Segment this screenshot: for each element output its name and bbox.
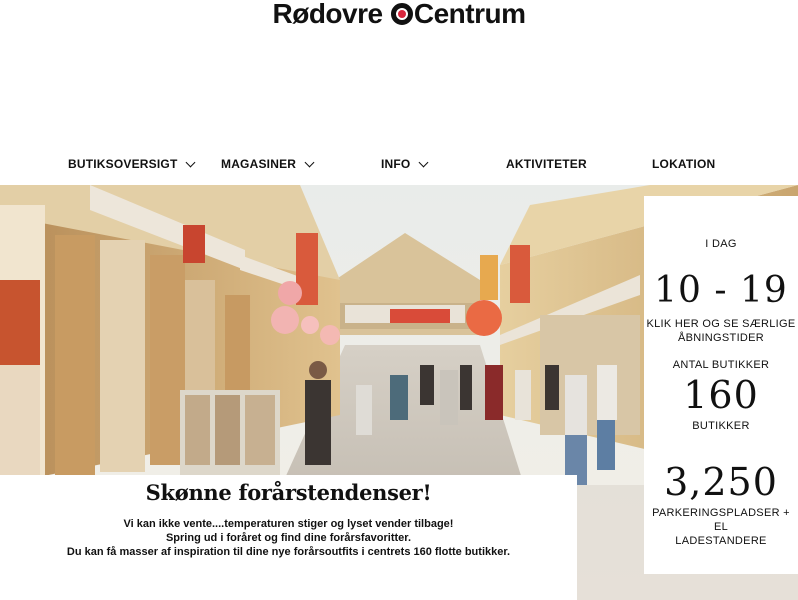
- nav-item-magasiner[interactable]: MAGASINER: [221, 157, 315, 171]
- special-hours-link[interactable]: KLIK HER OG SE SÆRLIGE ÅBNINGSTIDER: [644, 317, 798, 345]
- parking-line-2: LADESTANDERE: [675, 535, 767, 547]
- main-nav: BUTIKSOVERSIGT MAGASINER INFO AKTIVITETE…: [0, 157, 798, 177]
- opening-hours: 10 - 19: [654, 270, 788, 311]
- special-hours-line-1: KLIK HER OG SE SÆRLIGE: [646, 318, 796, 330]
- nav-item-butiksoversigt[interactable]: BUTIKSOVERSIGT: [68, 157, 196, 171]
- logo-text-part2: Centrum: [413, 0, 526, 29]
- promo-card: Skønne forårstendenser! Vi kan ikke vent…: [0, 475, 577, 600]
- shops-label: ANTAL BUTIKKER: [672, 359, 770, 371]
- today-label: I DAG: [705, 238, 737, 250]
- logo-mark-icon: [390, 3, 413, 25]
- info-panel: I DAG 10 - 19 KLIK HER OG SE SÆRLIGE ÅBN…: [644, 196, 798, 574]
- shops-count: 160: [683, 373, 759, 417]
- parking-line-1: PARKERINGSPLADSER + EL: [652, 507, 790, 533]
- promo-line-2: Spring ud i foråret og find dine forårsf…: [165, 532, 412, 544]
- chevron-down-icon: [419, 157, 429, 167]
- promo-body: Vi kan ikke vente....temperaturen stiger…: [0, 517, 577, 559]
- site-logo[interactable]: Rødovre Centrum: [0, 0, 798, 30]
- nav-label: LOKATION: [652, 157, 716, 171]
- promo-line-3: Du kan få masser af inspiration til dine…: [66, 546, 511, 558]
- nav-item-lokation[interactable]: LOKATION: [652, 157, 715, 171]
- promo-line-1: Vi kan ikke vente....temperaturen stiger…: [123, 518, 454, 530]
- nav-item-info[interactable]: INFO: [381, 157, 429, 171]
- parking-count: 3,250: [664, 460, 778, 504]
- shops-unit: BUTIKKER: [692, 420, 750, 432]
- nav-label: MAGASINER: [221, 157, 297, 171]
- chevron-down-icon: [186, 157, 196, 167]
- chevron-down-icon: [304, 157, 315, 167]
- nav-label: INFO: [381, 157, 411, 171]
- promo-title: Skønne forårstendenser!: [145, 480, 432, 505]
- nav-label: BUTIKSOVERSIGT: [68, 157, 178, 171]
- logo-text-part1: Rødovre: [272, 0, 390, 29]
- special-hours-line-2: ÅBNINGSTIDER: [677, 332, 765, 344]
- nav-label: AKTIVITETER: [506, 157, 587, 171]
- nav-item-aktiviteter[interactable]: AKTIVITETER: [506, 157, 587, 171]
